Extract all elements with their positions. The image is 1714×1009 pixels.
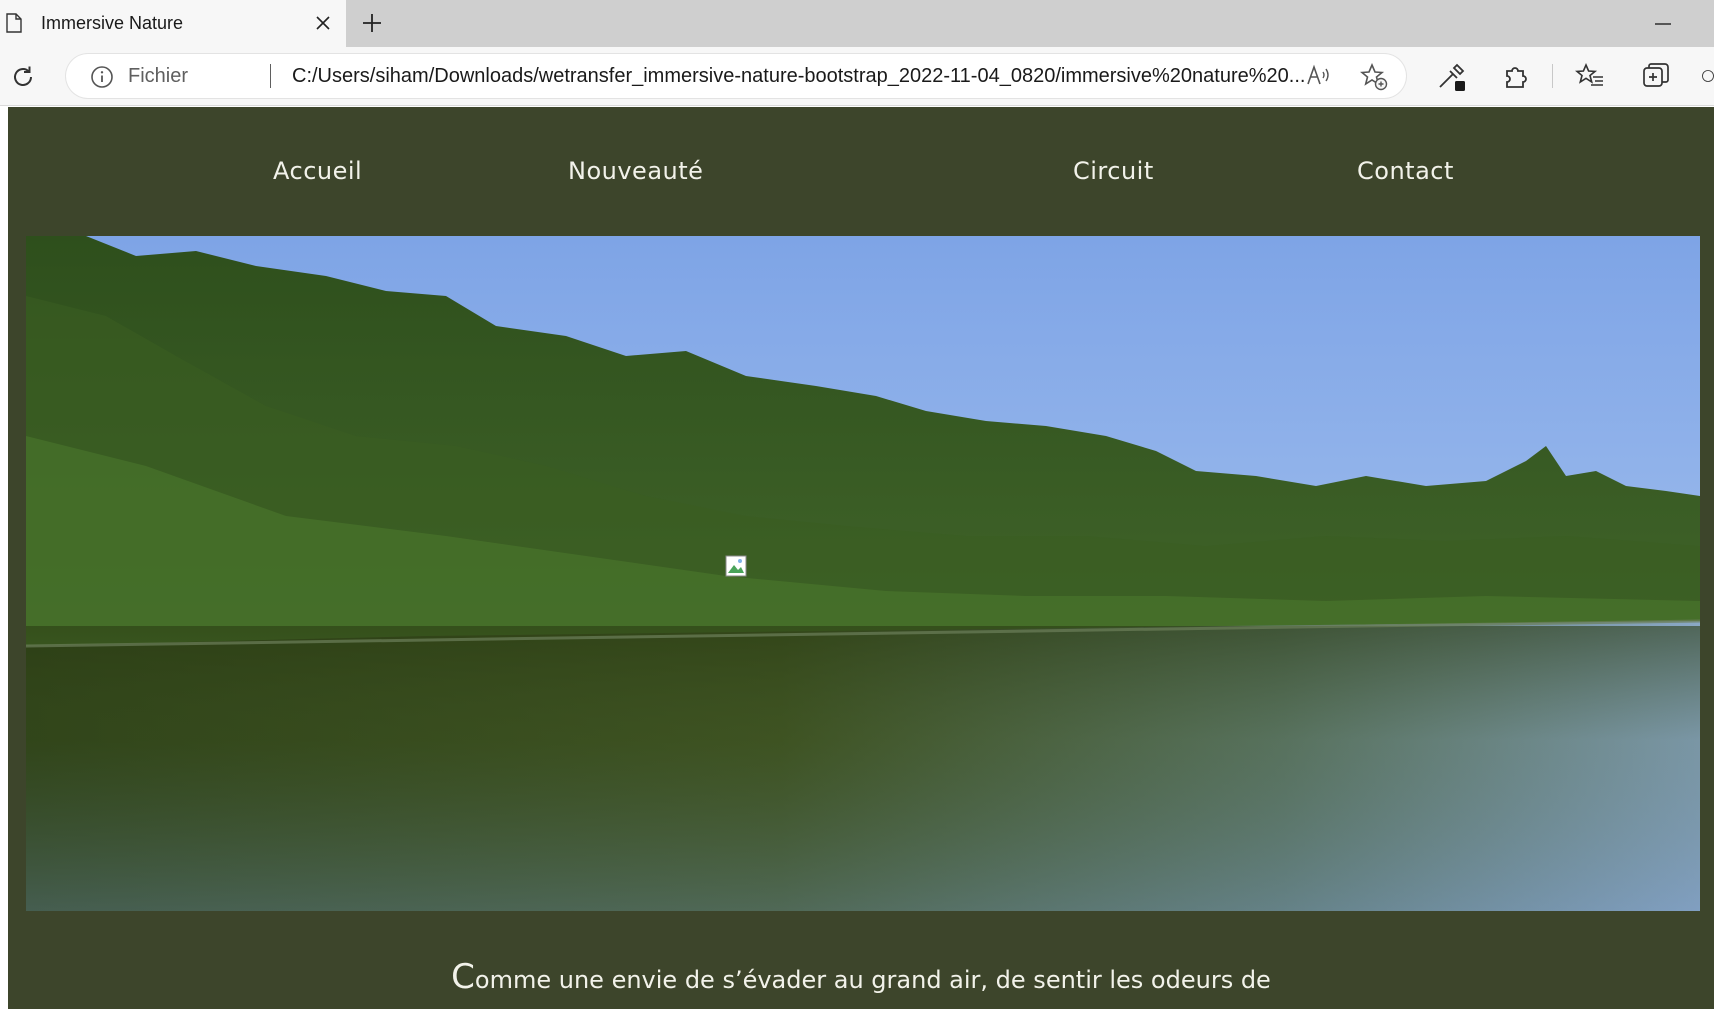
nav-link-circuit[interactable]: Circuit xyxy=(1073,157,1154,185)
browser-tab[interactable]: Immersive Nature xyxy=(0,0,346,47)
hero-lake-image xyxy=(26,236,1700,911)
nav-link-nouveaute[interactable]: Nouveauté xyxy=(568,157,703,185)
close-icon[interactable] xyxy=(312,12,334,34)
info-icon[interactable] xyxy=(90,65,114,89)
address-divider xyxy=(270,64,271,88)
intro-sentence: omme une envie de s’évader au grand air,… xyxy=(474,966,1271,994)
reload-icon[interactable] xyxy=(8,62,38,92)
add-favorite-icon[interactable] xyxy=(1359,62,1388,91)
intro-dropcap: C xyxy=(451,957,475,997)
address-bar[interactable]: Fichier C:/Users/siham/Downloads/wetrans… xyxy=(66,54,1406,98)
scheme-label: Fichier xyxy=(128,65,189,87)
plus-icon[interactable] xyxy=(358,9,386,37)
minimize-icon[interactable] xyxy=(1648,14,1678,34)
profile-icon[interactable] xyxy=(1702,60,1714,92)
toolbar-divider xyxy=(1552,64,1553,88)
extensions-icon[interactable] xyxy=(1500,60,1532,92)
tab-strip: Immersive Nature xyxy=(0,0,1714,47)
browser-toolbar: Fichier C:/Users/siham/Downloads/wetrans… xyxy=(0,47,1714,106)
read-aloud-icon[interactable] xyxy=(1306,64,1332,88)
collections-icon[interactable] xyxy=(1640,60,1672,92)
page-content: Accueil Nouveauté Circuit Contact Comme … xyxy=(8,107,1714,1009)
intro-text: Comme une envie de s’évader au grand air… xyxy=(8,957,1714,997)
url-text[interactable]: C:/Users/siham/Downloads/wetransfer_imme… xyxy=(292,65,1352,88)
site-nav: Accueil Nouveauté Circuit Contact xyxy=(8,107,1714,235)
broken-image-icon xyxy=(725,555,747,577)
favorites-icon[interactable] xyxy=(1574,60,1606,92)
tab-title: Immersive Nature xyxy=(41,13,184,33)
nav-link-contact[interactable]: Contact xyxy=(1357,157,1454,185)
page-icon xyxy=(6,13,22,33)
eyedropper-icon[interactable] xyxy=(1436,60,1468,92)
nav-link-accueil[interactable]: Accueil xyxy=(273,157,362,185)
